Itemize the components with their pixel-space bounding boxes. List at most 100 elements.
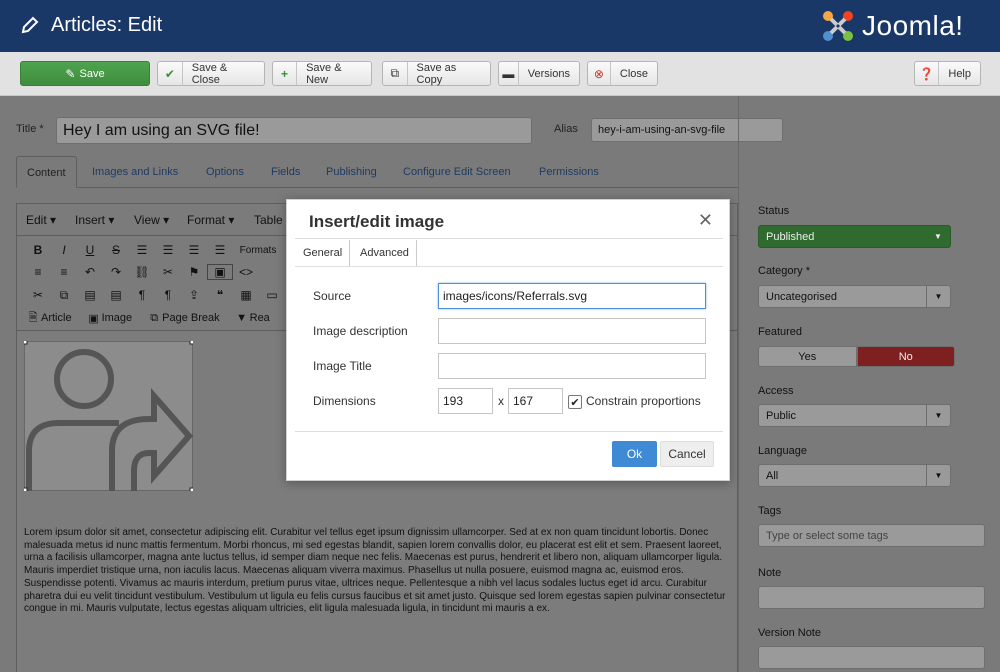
pilcrow-icon[interactable]: ¶ [155, 288, 181, 302]
tab-fields[interactable]: Fields [271, 156, 300, 188]
menu-format[interactable]: Format ▾ [187, 213, 234, 227]
underline-icon[interactable]: U [77, 243, 103, 257]
category-value: Uncategorised [766, 290, 837, 303]
constrain-proportions-checkbox[interactable]: ✔ [568, 395, 582, 409]
tab-advanced[interactable]: Advanced [353, 240, 417, 266]
image-title-input[interactable] [438, 353, 706, 379]
blockquote-icon[interactable]: ❝ [207, 288, 233, 302]
strikethrough-icon[interactable]: S [103, 243, 129, 257]
joomla-wordmark: Joomla! [862, 10, 964, 41]
paragraph-icon[interactable]: ¶ [129, 288, 155, 302]
tags-input[interactable]: Type or select some tags [758, 524, 985, 547]
format-toolbar-row3: ✂ ⧉ ▤ ▤ ¶ ¶ ⇪ ❝ ▦ ▭ [25, 284, 285, 306]
anchor-icon[interactable]: ⚑ [181, 265, 207, 279]
version-note-input[interactable] [758, 646, 985, 669]
divider [295, 238, 723, 239]
featured-label: Featured [758, 326, 803, 338]
featured-toggle: Yes No [758, 346, 955, 367]
tab-general[interactable]: General [296, 240, 351, 266]
code-icon[interactable]: <> [233, 265, 259, 279]
divider [295, 266, 723, 267]
chevron-down-icon: ▼ [934, 232, 942, 241]
access-value: Public [766, 409, 796, 422]
chevron-down-icon: ▼ [926, 405, 950, 426]
note-label: Note [758, 567, 782, 579]
save-new-button[interactable]: + Save & New [272, 61, 372, 86]
save-close-button[interactable]: ✔ Save & Close [157, 61, 265, 86]
tab-publishing[interactable]: Publishing [326, 156, 377, 188]
read-more-button[interactable]: ▼ Rea [234, 312, 270, 324]
menu-table[interactable]: Table [254, 213, 283, 227]
source-input[interactable]: images/icons/Referrals.svg [438, 283, 706, 309]
numbered-list-icon[interactable]: ≡ [51, 265, 77, 279]
access-label: Access [758, 385, 794, 397]
bold-icon[interactable]: B [25, 243, 51, 257]
save-button[interactable]: ✎ Save [20, 61, 150, 86]
tab-options[interactable]: Options [206, 156, 244, 188]
link-icon[interactable]: ⛓ [129, 265, 155, 279]
close-button[interactable]: ⊗ Close [587, 61, 658, 86]
image-icon[interactable]: ▣ [207, 264, 233, 280]
ok-button[interactable]: Ok [612, 441, 657, 467]
width-input[interactable]: 193 [438, 388, 493, 414]
align-left-icon[interactable]: ☰ [129, 243, 155, 257]
close-label: Close [619, 67, 648, 80]
align-justify-icon[interactable]: ☰ [207, 243, 233, 257]
tab-permissions[interactable]: Permissions [539, 156, 599, 188]
joomla-logo: Joomla! [820, 9, 964, 43]
note-input[interactable] [758, 586, 985, 609]
image-description-input[interactable] [438, 318, 706, 344]
redo-icon[interactable]: ↷ [103, 265, 129, 279]
save-copy-button[interactable]: ⧉ Save as Copy [382, 61, 491, 86]
menu-insert[interactable]: Insert ▾ [75, 213, 114, 227]
table-icon[interactable]: ▦ [233, 288, 259, 302]
version-note-label: Version Note [758, 627, 821, 639]
article-button[interactable]: 🗎 Article [25, 309, 72, 328]
image-title-label: Image Title [313, 359, 372, 373]
category-select[interactable]: Uncategorised ▼ [758, 285, 951, 308]
formats-dropdown[interactable]: Formats [233, 245, 283, 256]
article-body-text: Lorem ipsum dolor sit amet, consectetur … [24, 527, 726, 615]
featured-yes-button[interactable]: Yes [758, 346, 857, 367]
copy-icon: ⧉ [383, 62, 408, 85]
page-break-button[interactable]: ⧉ Page Break [146, 312, 219, 325]
close-icon[interactable]: ✕ [698, 210, 713, 231]
access-select[interactable]: Public ▼ [758, 404, 951, 427]
align-right-icon[interactable]: ☰ [181, 243, 207, 257]
help-button[interactable]: ❓ Help [914, 61, 981, 86]
height-input[interactable]: 167 [508, 388, 563, 414]
bullet-list-icon[interactable]: ≡ [25, 265, 51, 279]
image-button[interactable]: ▣ Image [86, 312, 132, 325]
save-copy-label: Save as Copy [416, 61, 457, 86]
tab-content[interactable]: Content [16, 156, 77, 188]
editor-buttons-row: 🗎 Article ▣ Image ⧉ Page Break ▼ Rea [25, 307, 270, 329]
format-toolbar-row2: ≡ ≡ ↶ ↷ ⛓ ✂ ⚑ ▣ <> [25, 261, 259, 283]
status-select[interactable]: Published ▼ [758, 225, 951, 248]
title-input[interactable]: Hey I am using an SVG file! [56, 117, 532, 144]
referrals-svg-image[interactable] [24, 341, 193, 491]
tab-images-links[interactable]: Images and Links [92, 156, 178, 188]
check-icon: ✔ [158, 62, 183, 85]
paste-icon[interactable]: ▤ [77, 288, 103, 302]
help-label: Help [948, 67, 971, 80]
tab-configure-edit-screen[interactable]: Configure Edit Screen [403, 156, 511, 188]
align-center-icon[interactable]: ☰ [155, 243, 181, 257]
copy-icon[interactable]: ⧉ [51, 288, 77, 303]
versions-button[interactable]: ▬ Versions [498, 61, 580, 86]
content-tabs: Content Images and Links Options Fields … [16, 156, 738, 188]
unlink-icon[interactable]: ✂ [155, 265, 181, 279]
menu-edit[interactable]: Edit ▾ [26, 213, 56, 227]
language-select[interactable]: All ▼ [758, 464, 951, 487]
italic-icon[interactable]: I [51, 243, 77, 257]
upload-icon[interactable]: ⇪ [181, 288, 207, 302]
undo-icon[interactable]: ↶ [77, 265, 103, 279]
cut-icon[interactable]: ✂ [25, 288, 51, 302]
featured-no-button[interactable]: No [856, 346, 955, 367]
cancel-button[interactable]: Cancel [660, 441, 714, 467]
menu-view[interactable]: View ▾ [134, 213, 169, 227]
paste-text-icon[interactable]: ▤ [103, 288, 129, 302]
source-label: Source [313, 289, 352, 303]
hr-icon[interactable]: ▭ [259, 288, 285, 302]
divider [295, 431, 723, 432]
dimensions-label: Dimensions [313, 394, 376, 408]
